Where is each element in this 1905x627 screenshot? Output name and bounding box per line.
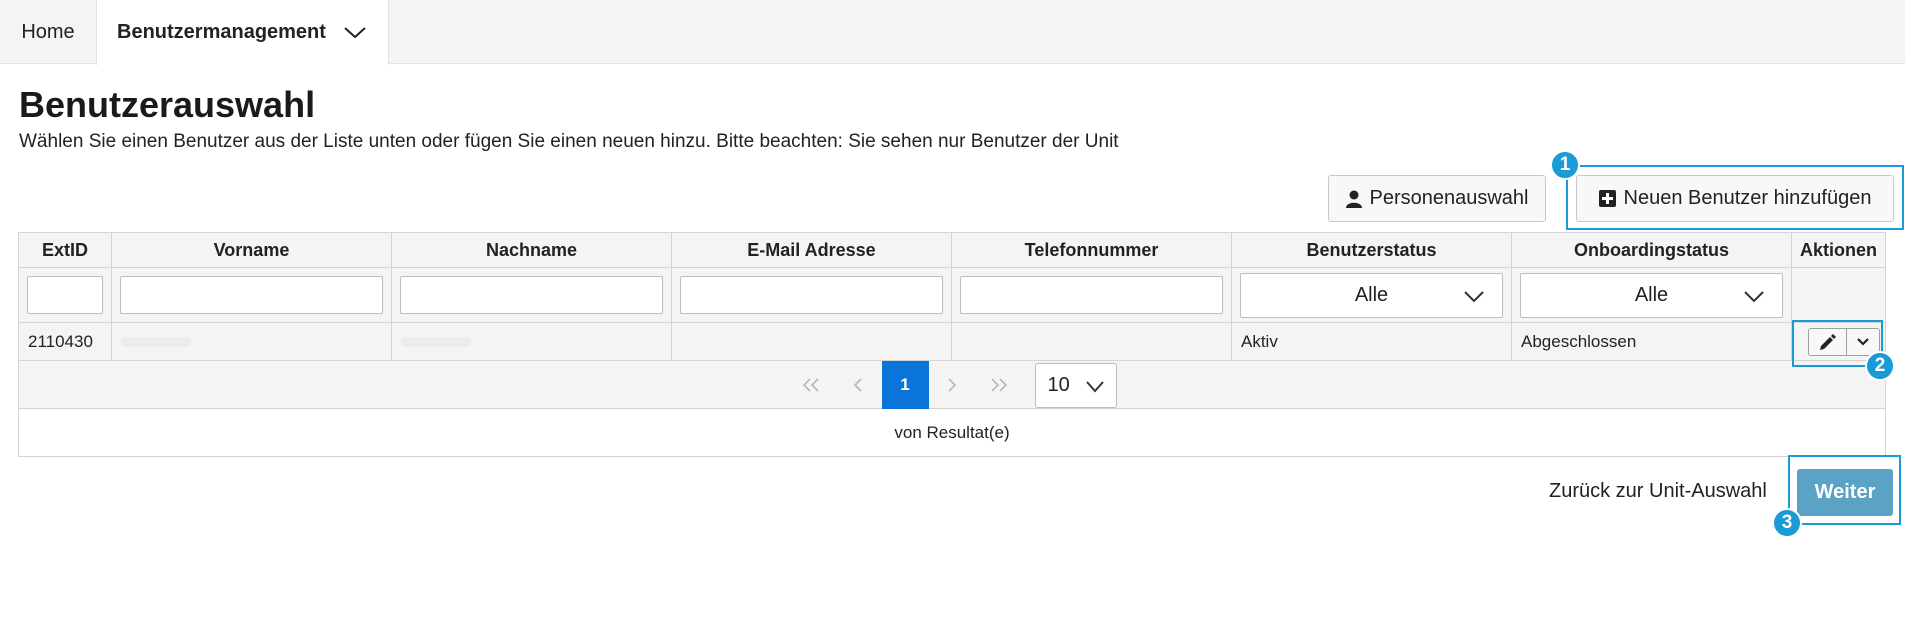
chevron-right-icon [948,378,957,392]
column-header-vorname[interactable]: Vorname [112,233,392,267]
cell-telefon [952,323,1232,360]
filter-cell-onboardingstatus: Alle [1512,268,1792,322]
table-header-row: ExtID Vorname Nachname E-Mail Adresse Te… [19,233,1885,268]
page-size-value: 10 [1047,373,1070,396]
chevron-left-icon [853,378,862,392]
page-button-current[interactable]: 1 [881,361,929,409]
filter-cell-email [672,268,952,322]
filter-input-vorname[interactable] [120,276,383,314]
annotation-badge-3: 3 [1772,508,1802,538]
column-header-extid[interactable]: ExtID [19,233,112,267]
cell-email [672,323,952,360]
pagination: 1 10 [19,361,1885,409]
page-size-select[interactable]: 10 [1034,362,1117,408]
back-to-unit-selection-link[interactable]: Zurück zur Unit-Auswahl [1549,480,1767,503]
user-table: ExtID Vorname Nachname E-Mail Adresse Te… [18,232,1886,457]
person-select-button[interactable]: Personenauswahl [1328,175,1546,222]
filter-cell-nachname [392,268,672,322]
first-page-button[interactable] [788,361,835,409]
nav-home-label: Home [21,20,75,43]
chevron-down-icon [1464,290,1484,302]
column-header-aktionen: Aktionen [1799,239,1877,260]
nav-tab-user-management[interactable]: Benutzermanagement [96,0,389,65]
result-count: von Resultat(e) [19,409,1885,456]
table-row[interactable]: 2110430 Aktiv Abgeschlossen [19,323,1885,361]
column-header-benutzerstatus[interactable]: Benutzerstatus [1232,233,1512,267]
filter-cell-benutzerstatus: Alle [1232,268,1512,322]
column-header-nachname[interactable]: Nachname [392,233,672,267]
filter-cell-extid [19,268,112,322]
filter-cell-telefon [952,268,1232,322]
column-header-onboardingstatus[interactable]: Onboardingstatus [1512,233,1792,267]
chevron-down-icon [344,26,366,38]
double-chevron-right-icon [991,378,1008,392]
annotation-badge-2: 2 [1865,351,1895,381]
last-page-button[interactable] [976,361,1023,409]
filter-select-onboardingstatus-value: Alle [1634,283,1669,306]
pagination-row: 1 10 [19,361,1885,409]
filter-cell-vorname [112,268,392,322]
redacted-value [401,336,471,347]
nav-tab-home[interactable]: Home [0,0,96,64]
nav-user-management-label: Benutzermanagement [117,21,326,43]
highlight-frame-1 [1566,165,1904,230]
filter-input-extid[interactable] [27,276,103,314]
redacted-value [121,336,191,347]
filter-cell-aktionen [1792,268,1885,322]
cell-vorname [112,323,392,360]
column-header-email[interactable]: E-Mail Adresse [672,233,952,267]
person-select-label: Personenauswahl [1369,187,1529,209]
chevron-down-icon [1085,380,1104,393]
filter-input-telefon[interactable] [960,276,1223,314]
page-title: Benutzerauswahl [19,84,316,125]
cell-extid: 2110430 [19,323,112,360]
filter-select-benutzerstatus-value: Alle [1354,283,1389,306]
chevron-down-icon [1744,290,1764,302]
user-icon [1345,190,1362,208]
table-filter-row: Alle Alle [19,268,1885,323]
column-header-telefon[interactable]: Telefonnummer [952,233,1232,267]
filter-input-nachname[interactable] [400,276,663,314]
filter-input-email[interactable] [680,276,943,314]
double-chevron-left-icon [802,378,819,392]
cell-benutzerstatus: Aktiv [1232,323,1512,360]
filter-select-benutzerstatus[interactable]: Alle [1240,272,1503,318]
highlight-frame-3 [1788,455,1901,525]
filter-select-onboardingstatus[interactable]: Alle [1520,272,1783,318]
annotation-badge-1: 1 [1550,150,1580,180]
page-subtitle: Wählen Sie einen Benutzer aus der Liste … [19,131,1119,152]
previous-page-button[interactable] [835,361,882,409]
top-navigation: Home Benutzermanagement [0,0,1905,65]
next-page-button[interactable] [929,361,976,409]
cell-onboardingstatus: Abgeschlossen [1512,323,1792,360]
cell-nachname [392,323,672,360]
